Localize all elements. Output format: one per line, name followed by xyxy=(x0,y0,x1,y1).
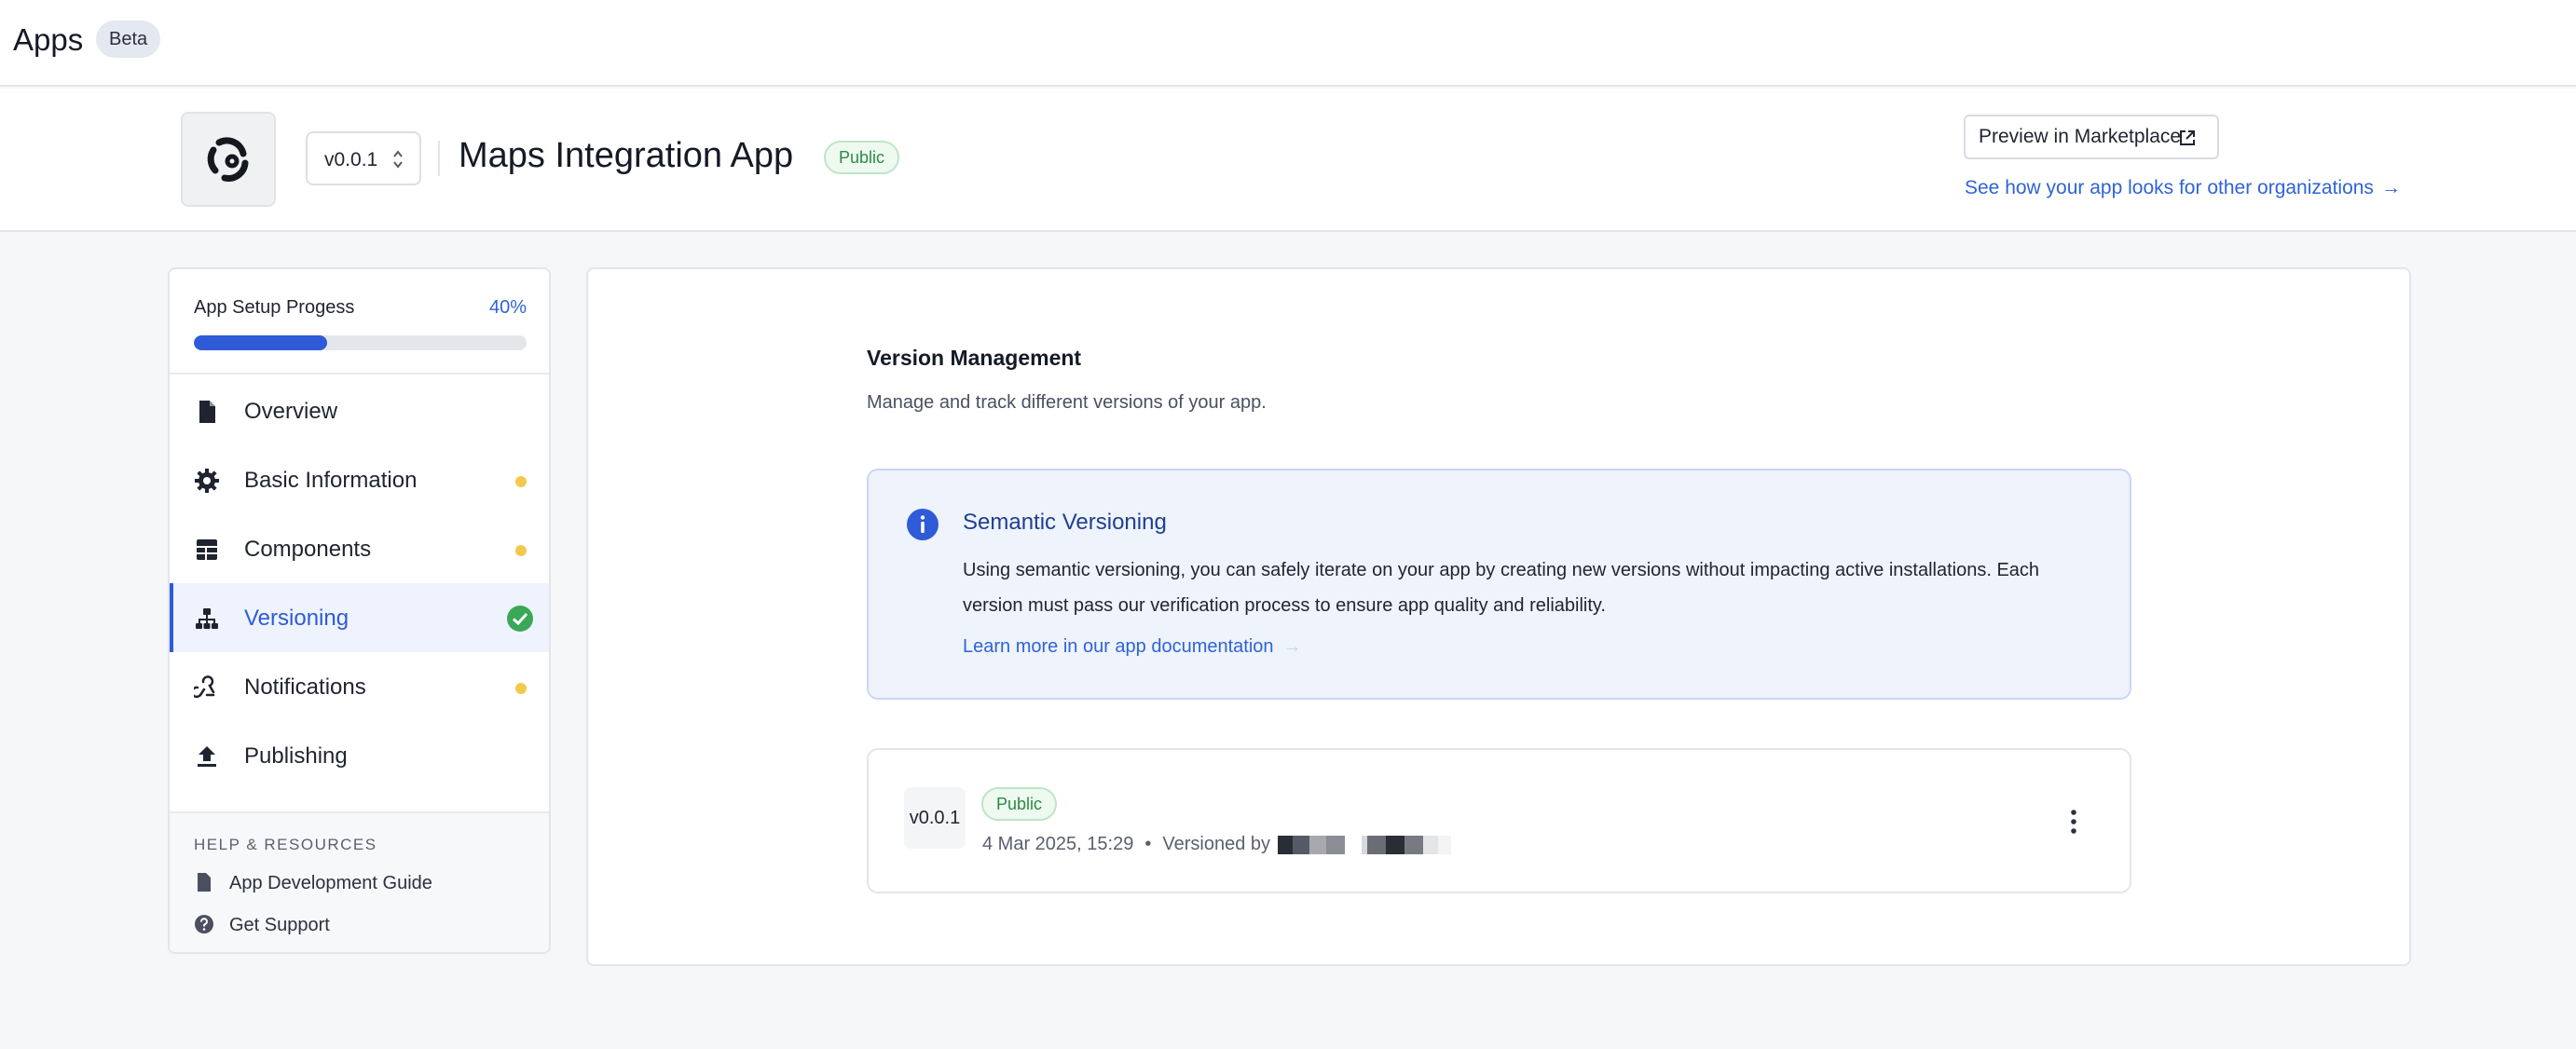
sidebar-item-label: Overview xyxy=(244,399,338,424)
progress-label: App Setup Progess xyxy=(194,297,355,318)
gear-icon xyxy=(195,469,219,493)
redacted-author xyxy=(1278,835,1451,854)
webhook-icon xyxy=(194,675,215,699)
help-resources: HELP & RESOURCES App Development Guide G… xyxy=(170,811,549,952)
sidebar-item-publishing[interactable]: Publishing xyxy=(170,721,549,790)
document-icon xyxy=(198,873,211,892)
app-header: v0.0.1 Maps Integration App Public Previ… xyxy=(0,89,2576,232)
chevron-up-down-icon xyxy=(393,150,403,169)
callout-title: Semantic Versioning xyxy=(963,510,1167,535)
resource-label: Get Support xyxy=(229,915,330,935)
resources-heading: HELP & RESOURCES xyxy=(194,836,377,853)
sitemap-icon xyxy=(196,608,218,629)
semantic-versioning-callout: Semantic Versioning Using semantic versi… xyxy=(867,469,2131,700)
pending-status-dot xyxy=(515,683,527,694)
check-circle-icon xyxy=(507,606,533,632)
question-circle-icon xyxy=(195,915,213,933)
sidebar-item-components[interactable]: Components xyxy=(170,514,549,583)
beta-badge: Beta xyxy=(96,20,161,58)
versioned-by-label: Versioned by xyxy=(1162,834,1270,854)
section-title: Version Management xyxy=(867,346,1082,370)
sidebar-item-label: Versioning xyxy=(244,606,349,631)
see-other-orgs-link[interactable]: See how your app looks for other organiz… xyxy=(1965,177,2401,199)
pending-status-dot xyxy=(515,545,527,556)
meta-separator: • xyxy=(1144,834,1152,854)
upload-icon xyxy=(198,746,216,767)
status-badge: Public xyxy=(981,787,1058,821)
sidebar-item-notifications[interactable]: Notifications xyxy=(170,652,549,721)
progress-percent: 40% xyxy=(488,297,527,318)
version-list-item: v0.0.1 Public 4 Mar 2025, 15:29 • Versione… xyxy=(867,748,2131,893)
setup-sidebar: App Setup Progess 40% Overview Basic Inf… xyxy=(168,267,551,954)
sidebar-item-versioning[interactable]: Versioning xyxy=(170,583,549,652)
learn-more-label: Learn more in our app documentation xyxy=(963,636,1274,657)
version-tag: v0.0.1 xyxy=(904,787,966,849)
sidebar-item-label: Publishing xyxy=(244,743,348,769)
divider xyxy=(170,373,549,375)
preview-button-label: Preview in Marketplace xyxy=(1979,126,2182,147)
sidebar-item-label: Notifications xyxy=(244,674,366,700)
preview-in-marketplace-button[interactable]: Preview in Marketplace xyxy=(1964,115,2219,159)
app-name: Maps Integration App xyxy=(459,136,794,175)
callout-body: Using semantic versioning, you can safel… xyxy=(963,560,2040,616)
table-icon xyxy=(197,539,217,560)
sidebar-item-overview[interactable]: Overview xyxy=(170,376,549,445)
sidebar-item-basic-information[interactable]: Basic Information xyxy=(170,445,549,514)
top-bar: Apps Beta xyxy=(0,0,2576,87)
document-icon xyxy=(199,401,215,423)
visibility-badge: Public xyxy=(824,141,900,174)
info-icon xyxy=(907,509,939,540)
page-title: Apps xyxy=(13,22,84,57)
resource-label: App Development Guide xyxy=(229,873,432,893)
arrow-right-icon: → xyxy=(2380,177,2401,198)
app-logo xyxy=(181,112,276,207)
version-select-value: v0.0.1 xyxy=(324,149,378,170)
section-subtitle: Manage and track different versions of y… xyxy=(867,392,1267,413)
version-meta: 4 Mar 2025, 15:29 • Versioned by xyxy=(982,834,1451,855)
app-logo-icon xyxy=(207,137,249,182)
more-options-icon[interactable] xyxy=(2062,806,2085,838)
progress-bar xyxy=(194,335,527,350)
version-management-panel: Version Management Manage and track diff… xyxy=(586,267,2411,966)
header-divider xyxy=(438,141,440,176)
sidebar-item-label: Components xyxy=(244,537,372,562)
see-other-orgs-label: See how your app looks for other organiz… xyxy=(1965,177,2374,198)
version-date: 4 Mar 2025, 15:29 xyxy=(982,834,1134,854)
external-link-icon xyxy=(2180,130,2195,145)
sidebar-item-label: Basic Information xyxy=(244,468,418,493)
version-select[interactable]: v0.0.1 xyxy=(306,131,421,185)
arrow-right-icon: → xyxy=(1282,636,1302,657)
learn-more-link[interactable]: Learn more in our app documentation → xyxy=(963,636,1302,658)
pending-status-dot xyxy=(515,476,527,487)
progress-bar-fill xyxy=(194,335,327,350)
